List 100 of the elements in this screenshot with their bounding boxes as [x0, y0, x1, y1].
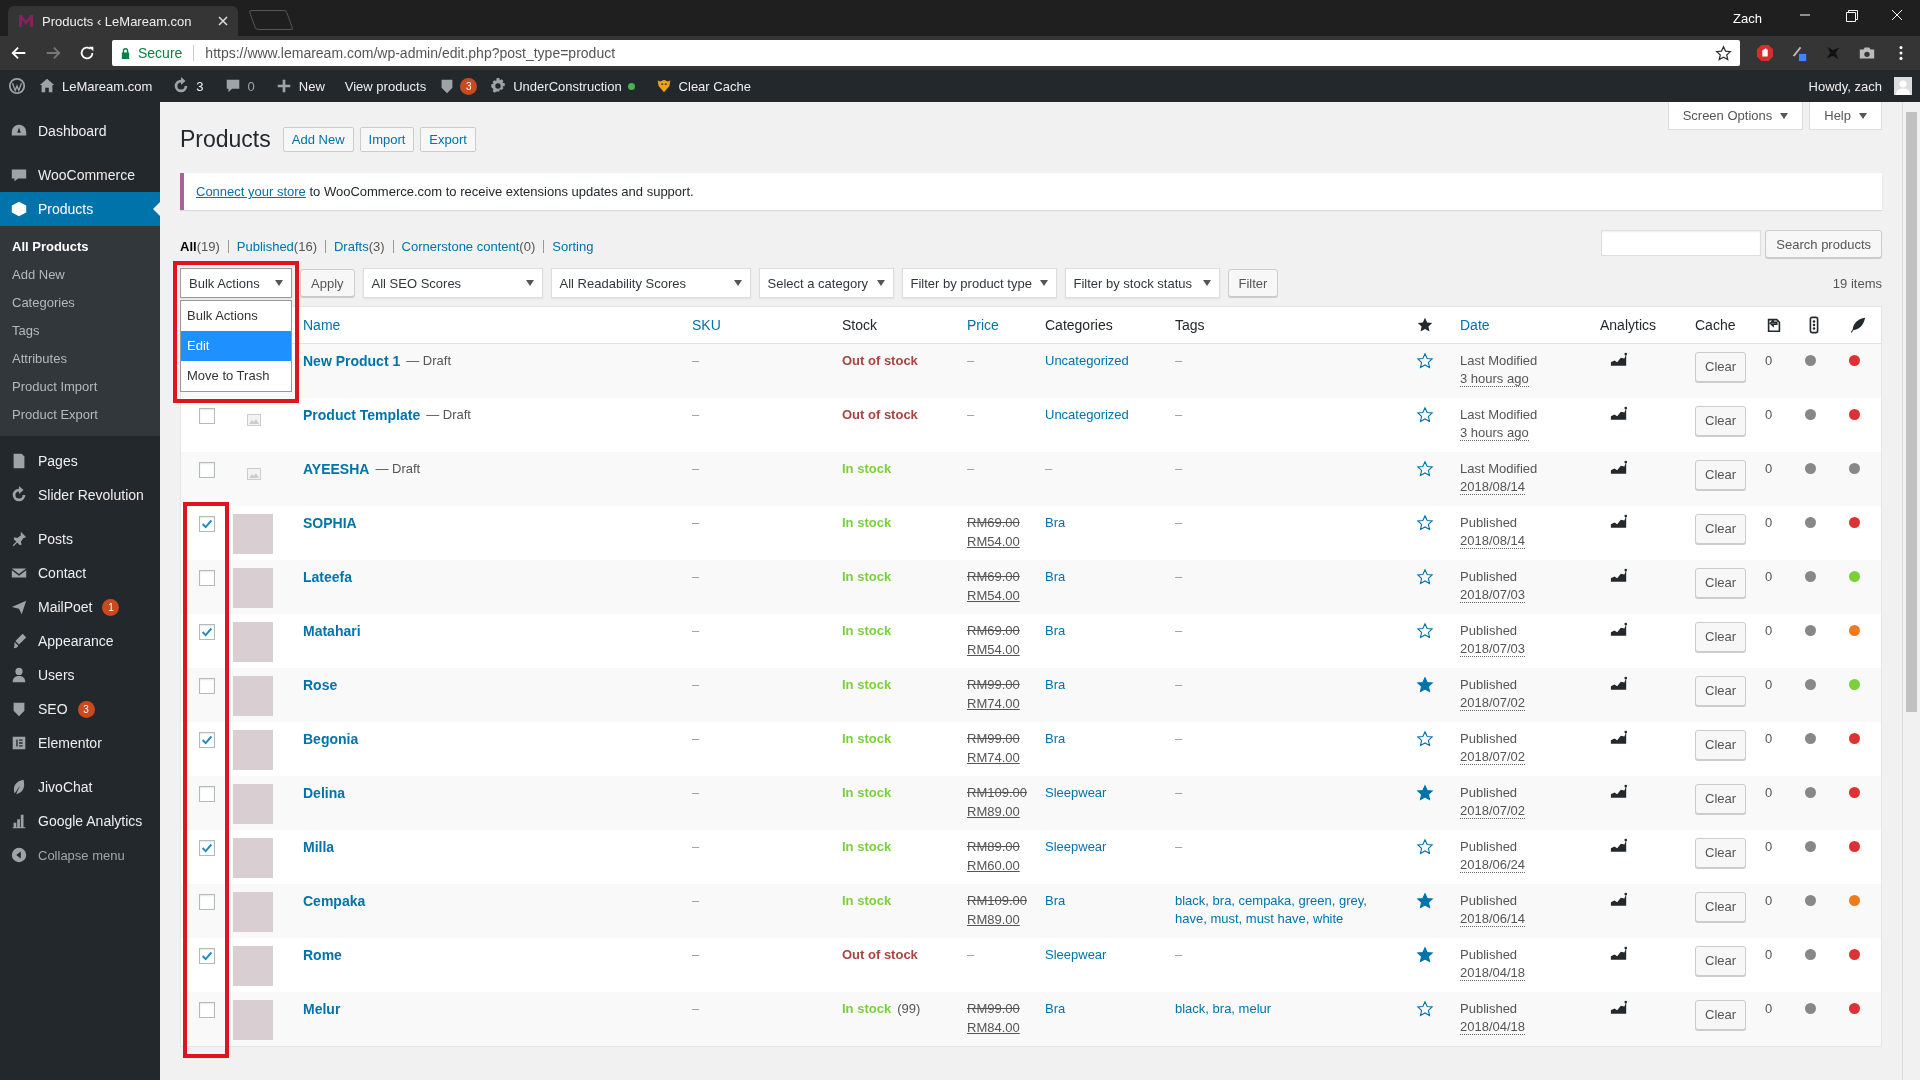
column-header[interactable]: Price	[967, 317, 999, 333]
row-checkbox[interactable]	[199, 894, 215, 910]
pen-icon[interactable]	[1790, 44, 1808, 62]
column-header[interactable]: Date	[1460, 317, 1490, 333]
connect-store-link[interactable]: Connect your store	[196, 184, 306, 199]
clear-cache-button[interactable]: Clear	[1695, 568, 1747, 598]
star-icon[interactable]	[1415, 838, 1434, 856]
category-text[interactable]: Bra	[1045, 514, 1066, 532]
line-chart-icon[interactable]	[1610, 352, 1628, 367]
page-action-button[interactable]: Export	[420, 127, 476, 152]
view-filter-link[interactable]: Sorting	[552, 239, 594, 254]
product-name-link[interactable]: New Product 1	[303, 352, 401, 370]
product-name-link[interactable]: Lateefa	[303, 568, 353, 586]
line-chart-icon[interactable]	[1610, 460, 1628, 475]
help-button[interactable]: Help	[1809, 102, 1882, 130]
row-checkbox[interactable]	[199, 678, 215, 694]
profile-name[interactable]: Zach	[1733, 10, 1762, 26]
wordpress-logo-icon[interactable]	[8, 77, 26, 95]
page-action-button[interactable]: Import	[359, 127, 415, 152]
star-icon[interactable]	[1415, 892, 1434, 910]
row-checkbox[interactable]	[199, 840, 215, 856]
product-name-link[interactable]: SOPHIA	[303, 514, 357, 532]
line-chart-icon[interactable]	[1610, 514, 1628, 529]
line-chart-icon[interactable]	[1610, 946, 1628, 961]
back-arrow-icon[interactable]	[10, 44, 28, 62]
sidebar-menu-item[interactable]: JivoChat	[0, 770, 160, 804]
view-products-link[interactable]: View products	[336, 78, 435, 94]
product-name-link[interactable]: AYEESHA	[303, 460, 370, 478]
tags-text[interactable]: black, bra, cempaka, green, grey, have, must, must have, white	[1175, 892, 1389, 928]
star-icon[interactable]	[1415, 568, 1434, 586]
category-text[interactable]: Uncategorized	[1045, 352, 1129, 370]
new-link[interactable]: New	[266, 77, 333, 95]
category-text[interactable]: Bra	[1045, 622, 1066, 640]
view-filter-link[interactable]: Published(16)	[236, 239, 317, 254]
star-icon[interactable]	[1415, 676, 1434, 694]
category-text[interactable]: Sleepwear	[1045, 838, 1107, 856]
category-text[interactable]: Bra	[1045, 568, 1066, 586]
filter-select[interactable]: Select a category	[758, 268, 894, 298]
category-text[interactable]: Sleepwear	[1045, 946, 1107, 964]
product-name-link[interactable]: Matahari	[303, 622, 361, 640]
clear-cache-button[interactable]: Clear	[1695, 406, 1747, 436]
sidebar-menu-item[interactable]: Dashboard	[0, 114, 160, 148]
row-checkbox[interactable]	[199, 948, 215, 964]
reload-icon[interactable]	[78, 44, 96, 62]
star-icon[interactable]	[1415, 514, 1434, 532]
maintenance-link[interactable]: UnderConstruction	[481, 77, 643, 95]
stop-hand-icon[interactable]	[1756, 44, 1774, 62]
submenu-item[interactable]: Add New	[0, 261, 160, 289]
row-checkbox[interactable]	[199, 570, 215, 586]
column-header[interactable]: Name	[303, 317, 341, 333]
star-icon[interactable]	[1415, 784, 1434, 802]
sidebar-menu-item[interactable]: Users	[0, 658, 160, 692]
star-icon[interactable]	[1415, 1000, 1434, 1018]
clear-cache-button[interactable]: Clear	[1695, 730, 1747, 760]
site-name-link[interactable]: LeMaream.com	[30, 77, 161, 95]
star-icon[interactable]	[1415, 730, 1434, 748]
screen-options-button[interactable]: Screen Options	[1667, 102, 1804, 130]
view-filter-link[interactable]: Drafts(3)	[334, 239, 385, 254]
product-name-link[interactable]: Begonia	[303, 730, 359, 748]
line-chart-icon[interactable]	[1610, 406, 1628, 421]
product-name-link[interactable]: Milla	[303, 838, 335, 856]
clear-cache-button[interactable]: Clear	[1695, 1000, 1747, 1030]
star-icon[interactable]	[1415, 352, 1434, 370]
bulk-actions-select[interactable]: Bulk Actions	[180, 268, 292, 298]
filter-select[interactable]: All Readability Scores	[550, 268, 751, 298]
apply-button[interactable]: Apply	[300, 269, 355, 297]
clear-cache-button[interactable]: Clear	[1695, 460, 1747, 490]
line-chart-icon[interactable]	[1610, 892, 1628, 907]
line-chart-icon[interactable]	[1610, 676, 1628, 691]
dropdown-option[interactable]: Bulk Actions	[181, 301, 291, 331]
clear-cache-link[interactable]: Clear Cache	[646, 77, 759, 95]
line-chart-icon[interactable]	[1610, 1000, 1628, 1015]
tags-text[interactable]: black, bra, melur	[1175, 1000, 1272, 1018]
dropdown-option[interactable]: Move to Trash	[181, 361, 291, 391]
line-chart-icon[interactable]	[1610, 838, 1628, 853]
submenu-item[interactable]: Tags	[0, 317, 160, 345]
scrollbar[interactable]	[1902, 102, 1920, 1080]
row-checkbox[interactable]	[199, 516, 215, 532]
search-field[interactable]	[1601, 230, 1762, 256]
submenu-item[interactable]: Attributes	[0, 345, 160, 373]
sidebar-menu-item[interactable]: Appearance	[0, 624, 160, 658]
line-chart-icon[interactable]	[1610, 730, 1628, 745]
product-name-link[interactable]: Delina	[303, 784, 345, 802]
row-checkbox[interactable]	[199, 786, 215, 802]
row-checkbox[interactable]	[199, 408, 215, 424]
line-chart-icon[interactable]	[1610, 568, 1628, 583]
bookmark-star-icon[interactable]	[1715, 44, 1732, 62]
sidebar-menu-item[interactable]: Contact	[0, 556, 160, 590]
clear-cache-button[interactable]: Clear	[1695, 676, 1747, 706]
sidebar-menu-item[interactable]: Products	[0, 192, 160, 226]
sidebar-menu-item[interactable]: Slider Revolution	[0, 478, 160, 512]
sidebar-menu-item[interactable]: Google Analytics	[0, 804, 160, 838]
star-icon[interactable]	[1415, 622, 1434, 640]
submenu-item[interactable]: Product Import	[0, 373, 160, 401]
clear-cache-button[interactable]: Clear	[1695, 838, 1747, 868]
category-text[interactable]: Bra	[1045, 1000, 1066, 1018]
product-name-link[interactable]: Product Template	[303, 406, 421, 424]
submenu-item[interactable]: All Products	[0, 233, 160, 261]
forward-arrow-icon[interactable]	[44, 44, 62, 62]
search-button[interactable]: Search products	[1765, 230, 1882, 258]
